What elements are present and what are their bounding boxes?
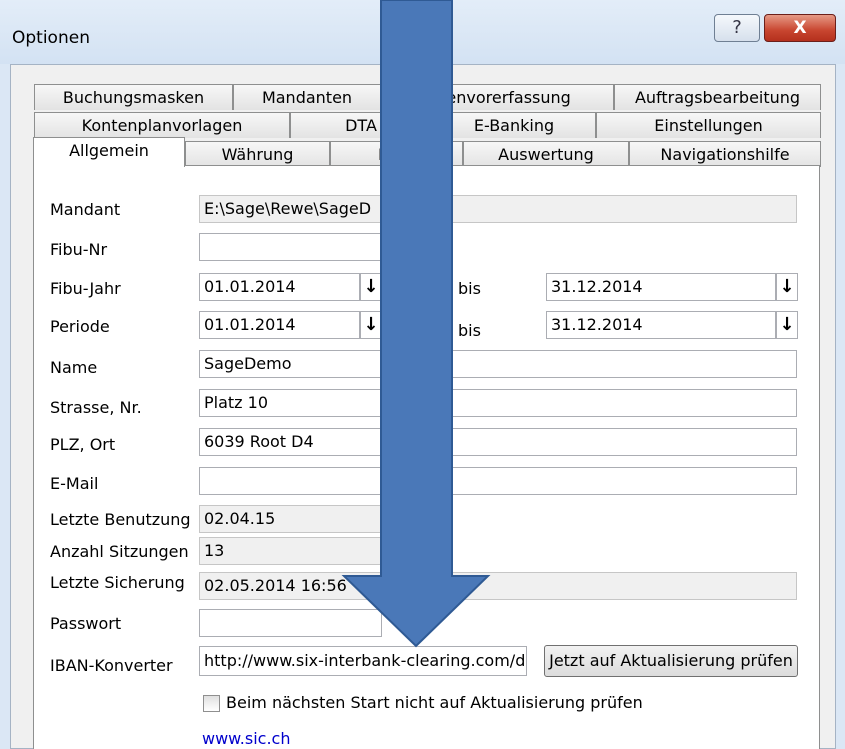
mandant-field: E:\Sage\Rewe\SageD — [199, 195, 797, 223]
dialog-title: Optionen — [12, 28, 90, 48]
periode-from-input[interactable]: 01.01.2014 — [199, 311, 360, 339]
name-input[interactable]: SageDemo — [199, 350, 797, 378]
check-update-button[interactable]: Jetzt auf Aktualisierung prüfen — [544, 645, 798, 677]
fibu-jahr-to-dropdown-icon[interactable]: ↓ — [776, 273, 798, 301]
passwort-input[interactable] — [199, 609, 382, 637]
periode-from-dropdown-icon[interactable]: ↓ — [360, 311, 382, 339]
no-update-check-label: Beim nächsten Start nicht auf Aktualisie… — [226, 693, 643, 712]
passwort-label: Passwort — [50, 614, 122, 633]
plz-ort-input[interactable]: 6039 Root D4 — [199, 428, 797, 456]
periode-to-dropdown-icon[interactable]: ↓ — [776, 311, 798, 339]
email-label: E-Mail — [50, 474, 99, 493]
no-update-check-checkbox[interactable] — [203, 695, 220, 712]
tab-dta[interactable]: DTA — [290, 112, 432, 138]
fibu-jahr-label: Fibu-Jahr — [50, 279, 121, 298]
periode-to-input[interactable]: 31.12.2014 — [546, 311, 776, 339]
title-bar: Optionen ? X — [0, 0, 845, 64]
anzahl-sitzungen-field: 13 — [199, 537, 382, 565]
strasse-label: Strasse, Nr. — [50, 398, 142, 417]
fibu-nr-label: Fibu-Nr — [50, 240, 108, 259]
fibu-jahr-bis-label: bis — [458, 279, 481, 298]
fibu-jahr-from-dropdown-icon[interactable]: ↓ — [360, 273, 382, 301]
tab-allgemein[interactable]: Allgemein — [33, 137, 185, 167]
tab-e-banking[interactable]: E-Banking — [432, 112, 596, 138]
fibu-jahr-to-input[interactable]: 31.12.2014 — [546, 273, 776, 301]
email-input[interactable] — [199, 467, 797, 495]
iban-konverter-label: IBAN-Konverter — [50, 656, 173, 675]
periode-label: Periode — [50, 317, 110, 336]
sic-link[interactable]: www.sic.ch — [202, 729, 290, 748]
help-button[interactable]: ? — [714, 14, 760, 42]
tab-mandanten[interactable]: Mandanten — [233, 84, 381, 110]
options-dialog: Optionen ? X Buchungsmasken Mandanten …r… — [0, 0, 845, 749]
tab-belegvorerfassung[interactable]: …renvorerfassung — [381, 84, 614, 110]
tab-kontenplanvorlagen[interactable]: Kontenplanvorlagen — [34, 112, 290, 138]
tab-buchungsmasken[interactable]: Buchungsmasken — [34, 84, 233, 110]
name-label: Name — [50, 358, 98, 377]
iban-konverter-input[interactable]: http://www.six-interbank-clearing.com/da — [199, 646, 527, 676]
strasse-input[interactable]: Platz 10 — [199, 389, 797, 417]
mandant-label: Mandant — [50, 200, 121, 219]
letzte-benutzung-field: 02.04.15 — [199, 505, 382, 533]
fibu-nr-input[interactable] — [199, 233, 382, 261]
letzte-sicherung-label: Letzte Sicherung — [50, 573, 185, 592]
tab-navigationshilfe[interactable]: Navigationshilfe — [629, 141, 821, 167]
anzahl-sitzungen-label: Anzahl Sitzungen — [50, 542, 189, 561]
letzte-benutzung-label: Letzte Benutzung — [50, 510, 191, 529]
tab-auswertung[interactable]: Auswertung — [463, 141, 629, 167]
tab-einstellungen[interactable]: Einstellungen — [596, 112, 821, 138]
tab-buchung[interactable]: Bu… — [330, 141, 463, 167]
close-button[interactable]: X — [764, 14, 836, 42]
fibu-jahr-from-input[interactable]: 01.01.2014 — [199, 273, 360, 301]
tab-waehrung[interactable]: Währung — [185, 141, 330, 167]
periode-bis-label: bis — [458, 321, 481, 340]
tab-auftragsbearbeitung[interactable]: Auftragsbearbeitung — [614, 84, 821, 110]
letzte-sicherung-field: 02.05.2014 16:56 — [199, 572, 797, 600]
plz-ort-label: PLZ, Ort — [50, 435, 116, 454]
